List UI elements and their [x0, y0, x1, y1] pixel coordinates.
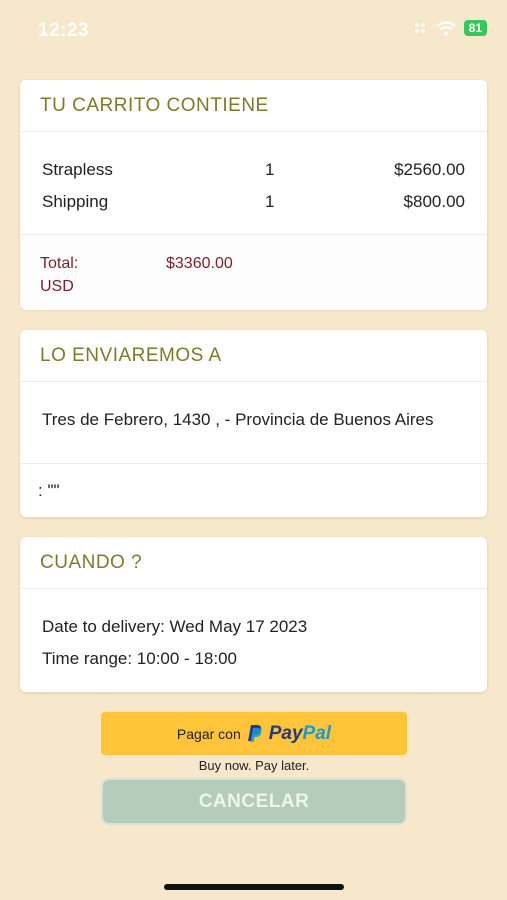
delivery-date: Date to delivery: Wed May 17 2023 [42, 617, 308, 636]
total-currency: USD [40, 278, 74, 295]
paypal-wordmark: PayPal [269, 723, 331, 745]
home-indicator [164, 884, 344, 890]
shipping-note-section: : "" [20, 463, 487, 518]
delivery-card: CUANDO ? Date to delivery: Wed May 17 20… [20, 537, 487, 692]
signal-icon [415, 23, 425, 33]
shipping-note: : "" [38, 481, 60, 500]
cancel-button[interactable]: CANCELAR [101, 778, 407, 825]
shipping-card: LO ENVIAREMOS A Tres de Febrero, 1430 , … [20, 330, 487, 517]
cart-total-section: Total: USD $3360.00 [20, 234, 487, 310]
total-label: Total: USD [40, 252, 78, 298]
item-name: Shipping [42, 192, 109, 211]
paypal-wordmark-pay: Pay [268, 722, 303, 744]
cart-title: TU CARRITO CONTIENE [20, 80, 487, 132]
item-price: $800.00 [403, 192, 465, 211]
status-time: 12:23 [38, 20, 90, 41]
total-label-line: Total: [40, 255, 79, 272]
shipping-title: LO ENVIAREMOS A [20, 330, 487, 382]
wifi-icon [435, 20, 456, 35]
shipping-address: Tres de Febrero, 1430 , - Provincia de B… [42, 410, 434, 429]
paypal-tagline: Buy now. Pay later. [198, 758, 310, 773]
paypal-button[interactable]: Pagar con PayPal [101, 712, 407, 755]
paypal-prefix: Pagar con [176, 725, 241, 742]
paypal-logo-icon [247, 725, 262, 742]
status-bar: 12:23 81 [0, 0, 507, 60]
item-qty: 1 [265, 192, 275, 211]
cart-card: TU CARRITO CONTIENE Strapless 1 $2560.00… [20, 80, 487, 310]
item-price: $2560.00 [394, 160, 465, 179]
status-icons: 81 [414, 20, 487, 36]
delivery-title: CUANDO ? [20, 537, 487, 589]
item-name: Strapless [42, 160, 113, 179]
paypal-wordmark-pal: Pal [302, 722, 332, 744]
delivery-time-range: Time range: 10:00 - 18:00 [42, 649, 237, 668]
battery-icon: 81 [463, 20, 487, 36]
item-qty: 1 [265, 160, 275, 179]
total-value: $3360.00 [166, 255, 233, 272]
